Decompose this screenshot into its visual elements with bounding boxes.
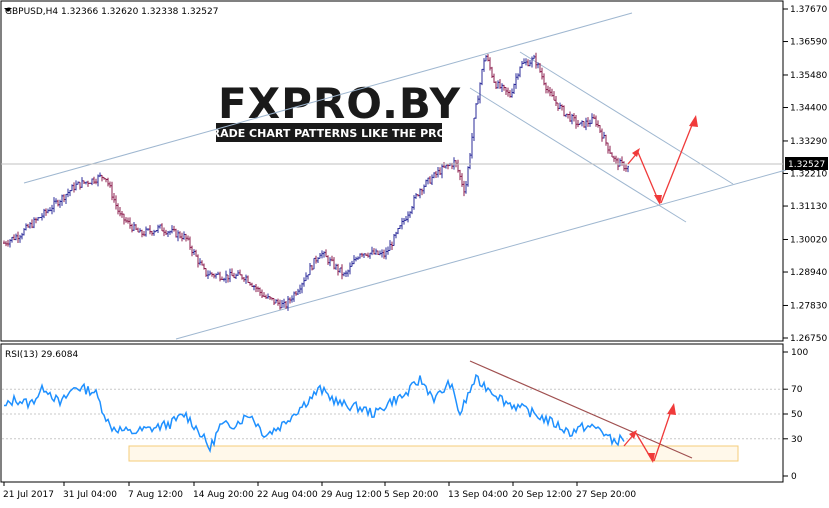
watermark-subtitle: TRADE CHART PATTERNS LIKE THE PROS	[204, 127, 454, 140]
current-price-label: 1.32527	[788, 160, 825, 170]
price-tick-label: 1.37670	[790, 5, 827, 15]
time-tick-label: 7 Aug 12:00	[128, 490, 183, 500]
time-tick-label: 21 Jul 2017	[3, 490, 54, 500]
price-tick-label: 1.28940	[790, 268, 827, 278]
main-chart-pane[interactable]	[0, 0, 784, 342]
price-tick-label: 1.36590	[790, 38, 827, 48]
time-tick-label: 27 Sep 20:00	[576, 490, 636, 500]
price-tick-label: 1.35480	[790, 71, 827, 81]
time-tick-label: 31 Jul 04:00	[63, 490, 117, 500]
price-tick-label: 1.34400	[790, 104, 827, 114]
rsi-tick-label: 100	[791, 348, 808, 358]
time-tick-label: 22 Aug 04:00	[257, 490, 318, 500]
chart-window: 1.37670 1.36590 1.35480 1.34400 1.33290 1.322…	[0, 0, 829, 504]
time-tick-label: 20 Sep 12:00	[512, 490, 572, 500]
rsi-tick-label: 30	[791, 435, 803, 445]
price-tick-label: 1.31130	[790, 202, 827, 212]
price-tick-label: 1.26750	[790, 334, 827, 344]
price-axis: 1.37670 1.36590 1.35480 1.34400 1.33290 1.322…	[783, 5, 827, 344]
time-axis: 21 Jul 2017 31 Jul 04:00 7 Aug 12:00 14 Aug…	[3, 482, 636, 500]
rsi-oversold-zone	[128, 445, 739, 462]
price-tick-label: 1.30020	[790, 235, 827, 245]
rsi-tick-label: 70	[791, 385, 803, 395]
rsi-tick-label: 0	[791, 472, 797, 482]
price-tick-label: 1.33290	[790, 137, 827, 147]
watermark-title: FXPRO.BY	[218, 79, 461, 128]
rsi-header: RSI(13) 29.6084	[5, 350, 78, 360]
price-tick-label: 1.32210	[790, 170, 827, 180]
time-tick-label: 5 Sep 20:00	[384, 490, 439, 500]
rsi-tick-label: 50	[791, 410, 803, 420]
chart-svg[interactable]: 1.37670 1.36590 1.35480 1.34400 1.33290 1.322…	[0, 0, 829, 504]
time-tick-label: 29 Aug 12:00	[321, 490, 382, 500]
watermark-logo: FXPRO.BY TRADE CHART PATTERNS LIKE THE P…	[204, 79, 461, 142]
time-tick-label: 13 Sep 04:00	[448, 490, 508, 500]
time-tick-label: 14 Aug 20:00	[193, 490, 254, 500]
price-tick-label: 1.27830	[790, 301, 827, 311]
main-chart-header: GBPUSD,H4 1.32366 1.32620 1.32338 1.3252…	[5, 7, 218, 17]
